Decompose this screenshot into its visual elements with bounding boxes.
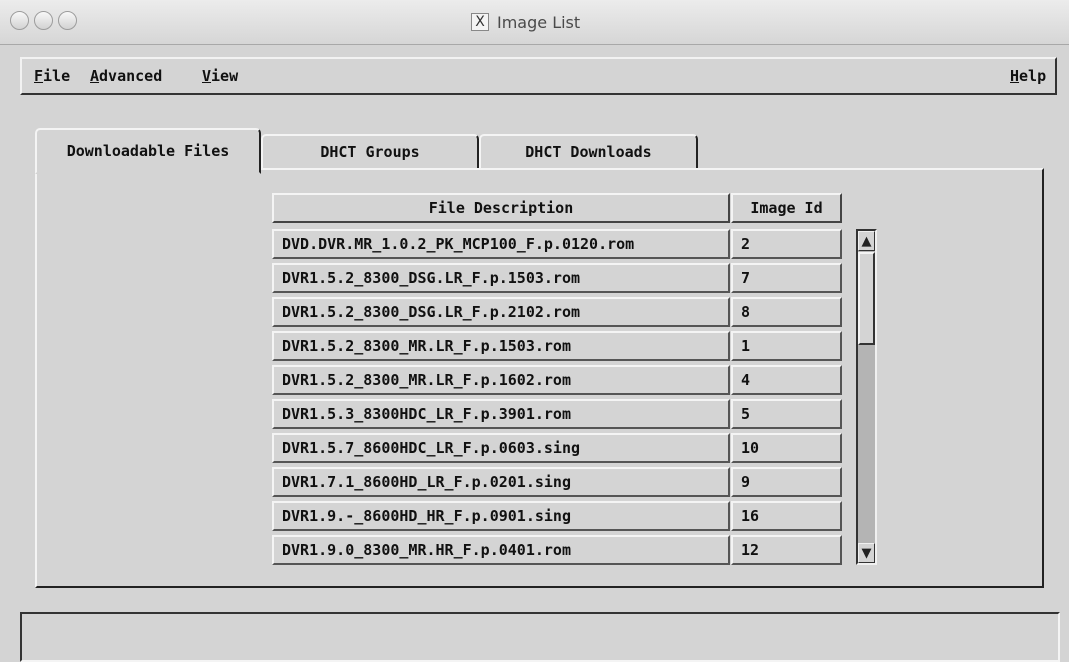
column-header-file-description-label: File Description [428, 199, 574, 217]
file-description-cell[interactable]: DVR1.5.2_8300_MR.LR_F.p.1602.rom [272, 365, 730, 395]
menu-help-label: elp [1019, 67, 1047, 85]
file-description-cell[interactable]: DVR1.5.2_8300_DSG.LR_F.p.1503.rom [272, 263, 730, 293]
image-id-cell[interactable]: 10 [731, 433, 842, 463]
tab-downloadable-files-label: Downloadable Files [66, 142, 230, 160]
image-id-cell[interactable]: 9 [731, 467, 842, 497]
image-id-cell[interactable]: 16 [731, 501, 842, 531]
close-window-button[interactable] [10, 11, 29, 30]
tab-dhct-groups[interactable]: DHCT Groups [261, 134, 479, 170]
file-description-cell[interactable]: DVR1.7.1_8600HD_LR_F.p.0201.sing [272, 467, 730, 497]
menu-help[interactable]: Help [1010, 67, 1046, 85]
vertical-scrollbar[interactable]: ▲ ▼ [856, 229, 877, 565]
title-bar: X Image List [0, 0, 1069, 45]
menu-file[interactable]: File [34, 67, 70, 85]
file-description-cell[interactable]: DVR1.5.2_8300_MR.LR_F.p.1503.rom [272, 331, 730, 361]
image-id-cell[interactable]: 7 [731, 263, 842, 293]
menu-file-label: ile [43, 67, 71, 85]
menu-advanced[interactable]: Advanced [90, 67, 162, 85]
window-title-text: Image List [497, 12, 581, 32]
menu-bar: File Advanced View Help [20, 57, 1057, 95]
column-header-image-id-label: Image Id [750, 199, 823, 217]
menu-advanced-mnemonic: A [90, 67, 100, 85]
image-id-cell[interactable]: 12 [731, 535, 842, 565]
menu-view-mnemonic: V [202, 67, 212, 85]
file-description-cell[interactable]: DVR1.9.0_8300_MR.HR_F.p.0401.rom [272, 535, 730, 565]
column-header-image-id[interactable]: Image Id [731, 193, 842, 223]
menu-file-mnemonic: F [34, 67, 44, 85]
tab-dhct-downloads-label: DHCT Downloads [525, 143, 652, 161]
window-title: X Image List [471, 11, 580, 33]
file-description-cell[interactable]: DVR1.5.2_8300_DSG.LR_F.p.2102.rom [272, 297, 730, 327]
scroll-up-button[interactable]: ▲ [858, 231, 875, 251]
menu-advanced-label: dvanced [99, 67, 163, 85]
image-id-cell[interactable]: 8 [731, 297, 842, 327]
scroll-up-arrow-icon: ▲ [861, 233, 872, 249]
file-description-cell[interactable]: DVR1.5.3_8300HDC_LR_F.p.3901.rom [272, 399, 730, 429]
scroll-thumb[interactable] [858, 252, 875, 345]
minimize-window-button[interactable] [34, 11, 53, 30]
menu-view[interactable]: View [202, 67, 238, 85]
image-id-cell[interactable]: 1 [731, 331, 842, 361]
menu-help-mnemonic: H [1010, 67, 1020, 85]
zoom-window-button[interactable] [58, 11, 77, 30]
scroll-down-button[interactable]: ▼ [858, 543, 875, 563]
tab-dhct-groups-label: DHCT Groups [320, 143, 420, 161]
image-id-cell[interactable]: 4 [731, 365, 842, 395]
image-id-cell[interactable]: 5 [731, 399, 842, 429]
x11-icon: X [471, 13, 489, 31]
status-bar [20, 612, 1060, 662]
tab-downloadable-files[interactable]: Downloadable Files [35, 128, 261, 174]
file-description-cell[interactable]: DVD.DVR.MR_1.0.2_PK_MCP100_F.p.0120.rom [272, 229, 730, 259]
file-description-cell[interactable]: DVR1.9.-_8600HD_HR_F.p.0901.sing [272, 501, 730, 531]
menu-view-label: iew [211, 67, 239, 85]
column-header-file-description[interactable]: File Description [272, 193, 730, 223]
image-id-cell[interactable]: 2 [731, 229, 842, 259]
file-description-cell[interactable]: DVR1.5.7_8600HDC_LR_F.p.0603.sing [272, 433, 730, 463]
tab-dhct-downloads[interactable]: DHCT Downloads [479, 134, 698, 170]
scroll-down-arrow-icon: ▼ [861, 545, 872, 561]
